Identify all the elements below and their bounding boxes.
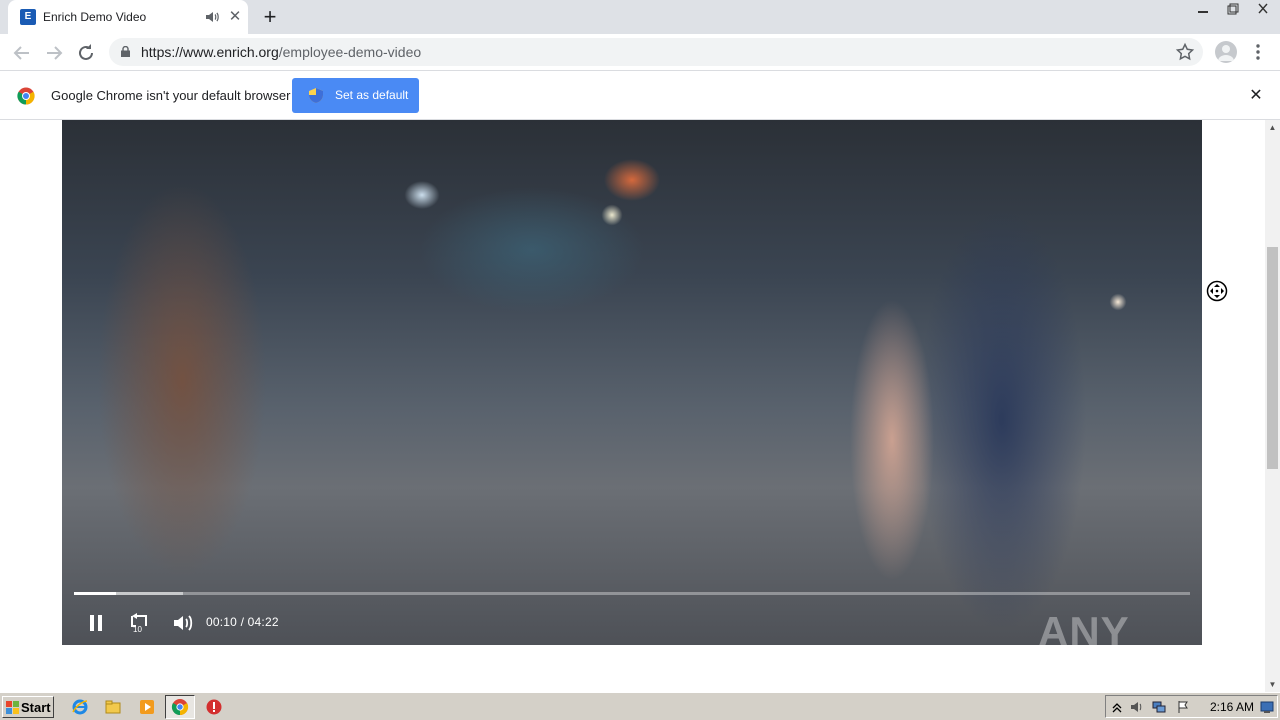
chrome-icon bbox=[171, 699, 189, 716]
chrome-logo-icon bbox=[17, 87, 35, 105]
scroll-up-arrow-icon[interactable]: ▲ bbox=[1265, 120, 1280, 135]
action-center-flag-icon[interactable] bbox=[1176, 700, 1190, 714]
played-progress bbox=[74, 592, 117, 595]
rewind-10-button[interactable]: 10 bbox=[128, 611, 152, 635]
video-timecode: 00:10 / 04:22 bbox=[206, 615, 279, 629]
back-icon[interactable] bbox=[10, 41, 34, 65]
ie-icon[interactable] bbox=[71, 698, 89, 716]
anyrun-watermark: ANY RUN bbox=[1038, 608, 1129, 645]
tab-title: Enrich Demo Video bbox=[43, 10, 147, 24]
url-text[interactable]: https://www.enrich.org/employee-demo-vid… bbox=[141, 44, 421, 60]
lock-icon[interactable] bbox=[121, 46, 130, 57]
explorer-icon[interactable] bbox=[104, 698, 122, 716]
reload-icon[interactable] bbox=[74, 41, 98, 65]
windows-flag-icon bbox=[6, 701, 19, 714]
system-tray: 2:16 AM bbox=[1105, 695, 1278, 718]
browser-tab[interactable]: E Enrich Demo Video ✕ bbox=[8, 0, 248, 34]
page-scrollbar[interactable]: ▲ ▼ bbox=[1265, 120, 1280, 692]
forward-icon[interactable] bbox=[42, 41, 66, 65]
url-path: /employee-demo-video bbox=[278, 44, 422, 60]
default-browser-infobar: Google Chrome isn't your default browser… bbox=[0, 71, 1280, 120]
site-favicon-icon: E bbox=[20, 9, 36, 25]
uac-shield-icon bbox=[309, 88, 323, 103]
restore-icon[interactable] bbox=[1220, 0, 1246, 18]
current-time: 00:10 bbox=[206, 615, 238, 629]
volume-icon[interactable] bbox=[171, 611, 195, 635]
scrollbar-thumb[interactable] bbox=[1267, 247, 1278, 469]
pause-icon[interactable] bbox=[84, 611, 108, 635]
window-close-icon[interactable] bbox=[1250, 0, 1276, 18]
infobar-message: Google Chrome isn't your default browser bbox=[51, 88, 291, 103]
new-tab-plus-icon[interactable]: + bbox=[258, 6, 282, 30]
window-controls bbox=[1190, 0, 1280, 20]
video-player[interactable]: 10 00:10 / 04:22 ANY RUN bbox=[62, 120, 1202, 645]
stop-icon[interactable] bbox=[205, 698, 223, 716]
minimize-icon[interactable] bbox=[1190, 0, 1216, 18]
set-as-default-label: Set as default bbox=[335, 88, 409, 102]
taskbar-chrome-active[interactable] bbox=[165, 695, 195, 719]
rewind-seconds-label: 10 bbox=[133, 625, 142, 634]
url-domain: https://www.enrich.org bbox=[141, 44, 279, 60]
move-cursor-icon bbox=[1206, 280, 1228, 302]
media-player-icon[interactable] bbox=[138, 698, 156, 716]
windows-taskbar: Start 2:16 AM bbox=[0, 692, 1280, 720]
tab-strip: E Enrich Demo Video ✕ + bbox=[0, 0, 1280, 34]
tray-expand-icon[interactable] bbox=[1110, 700, 1124, 714]
audio-icon[interactable] bbox=[204, 9, 220, 25]
taskbar-clock[interactable]: 2:16 AM bbox=[1210, 700, 1254, 714]
page-content: 10 00:10 / 04:22 ANY RUN bbox=[0, 120, 1265, 692]
duration: 04:22 bbox=[247, 615, 279, 629]
speaker-icon[interactable] bbox=[1130, 700, 1144, 714]
video-progress-bar[interactable] bbox=[74, 592, 1190, 595]
chrome-menu-icon[interactable] bbox=[1250, 42, 1266, 62]
show-desktop-icon[interactable] bbox=[1260, 700, 1274, 714]
start-label: Start bbox=[21, 700, 51, 715]
network-icon[interactable] bbox=[1152, 700, 1166, 714]
tab-close-icon[interactable]: ✕ bbox=[226, 8, 244, 26]
start-button[interactable]: Start bbox=[2, 696, 54, 718]
address-bar[interactable]: https://www.enrich.org/employee-demo-vid… bbox=[109, 38, 1203, 66]
bookmark-star-icon[interactable] bbox=[1175, 42, 1195, 62]
time-separator: / bbox=[240, 615, 245, 629]
browser-toolbar: https://www.enrich.org/employee-demo-vid… bbox=[0, 34, 1280, 71]
profile-avatar-icon[interactable] bbox=[1215, 41, 1237, 63]
set-as-default-button[interactable]: Set as default bbox=[292, 78, 419, 113]
infobar-close-icon[interactable]: ✕ bbox=[1247, 87, 1265, 105]
scroll-down-arrow-icon[interactable]: ▼ bbox=[1265, 677, 1280, 692]
